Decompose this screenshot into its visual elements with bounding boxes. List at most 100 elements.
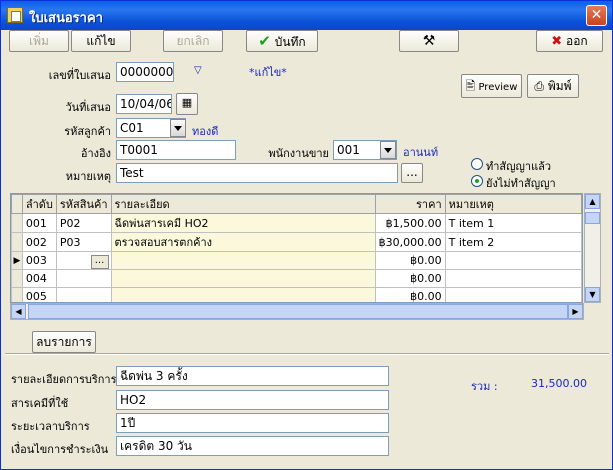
quote-date-label: วันที่เสนอ — [65, 101, 111, 114]
tools-icon: ⚒ — [422, 33, 436, 49]
cell-seq[interactable]: 002 — [21, 232, 57, 252]
remark-field[interactable]: Test — [116, 163, 398, 183]
edit-status: *แก้ไข* — [249, 66, 287, 79]
payment-label: เงื่อนไขการชำระเงิน — [11, 443, 109, 456]
table-row[interactable]: 001 P02 ฉีดพ่นสารเคมี HO2 ฿1,500.00 T it… — [11, 213, 582, 233]
window-close-button[interactable]: ✕ — [586, 5, 607, 26]
quote-no-field[interactable]: 00000001 — [116, 62, 174, 82]
cell-code[interactable] — [55, 269, 112, 288]
edit-button[interactable]: แก้ไข — [71, 30, 131, 52]
remark-browse-button[interactable]: ... — [401, 163, 423, 183]
save-button[interactable]: ✔ บันทึก — [246, 30, 318, 52]
scroll-right-icon[interactable]: ▶ — [568, 304, 583, 319]
items-grid[interactable]: ลำดับ รหัสสินค้า รายละเอียด ราคา หมายเหต… — [10, 193, 583, 303]
checkmark-icon: ✔ — [258, 32, 271, 50]
cell-lookup-button[interactable]: ... — [90, 254, 109, 269]
quote-no-label: เลขที่ใบเสนอ — [48, 69, 111, 82]
total-label: รวม : — [471, 380, 498, 393]
cell-code[interactable]: P03 — [55, 232, 112, 252]
print-button[interactable]: ⎙ พิมพ์ — [527, 74, 579, 98]
total-value: 31,500.00 — [531, 377, 587, 390]
table-row[interactable]: 002 P03 ตรวจสอบสารตกค้าง ฿30,000.00 T it… — [11, 232, 582, 252]
app-icon — [7, 7, 23, 23]
col-header-desc[interactable]: รายละเอียด — [110, 194, 376, 214]
remark-label: หมายเหตุ — [65, 170, 111, 183]
cell-price[interactable]: ฿0.00 — [374, 269, 446, 288]
reference-field[interactable]: T0001 — [116, 140, 236, 160]
row-selector[interactable] — [11, 232, 23, 252]
tools-button[interactable]: ⚒ — [399, 30, 459, 52]
grid-horizontal-scrollbar[interactable]: ◀ ▶ — [10, 303, 584, 320]
cell-price[interactable]: ฿1,500.00 — [374, 213, 446, 233]
cell-desc[interactable]: ตรวจสอบสารตกค้าง — [110, 232, 376, 252]
cell-seq[interactable]: 004 — [21, 269, 57, 288]
triangle-down-icon: ▽ — [194, 65, 202, 76]
customer-code-label: รหัสลูกค้า — [64, 125, 111, 138]
print-label: พิมพ์ — [547, 79, 572, 93]
cell-note[interactable] — [444, 269, 582, 288]
reference-label: อ้างอิง — [80, 147, 111, 160]
window-title: ใบเสนอราคา — [29, 11, 103, 26]
cell-seq[interactable]: 001 — [21, 213, 57, 233]
cell-price[interactable]: ฿30,000.00 — [374, 232, 446, 252]
printer-icon: ⎙ — [534, 79, 545, 93]
cell-seq[interactable]: 005 — [21, 287, 57, 302]
table-row[interactable]: ▶ 003 ... ฿0.00 — [11, 251, 582, 270]
cell-note[interactable]: T item 1 — [444, 213, 582, 233]
col-header-price[interactable]: ราคา — [374, 194, 446, 214]
table-row[interactable]: 005 ฿0.00 — [11, 287, 582, 302]
col-header-code[interactable]: รหัสสินค้า — [55, 194, 112, 214]
cell-note[interactable]: T item 2 — [444, 232, 582, 252]
duration-field[interactable]: 1ปี — [116, 413, 389, 433]
cell-code[interactable] — [55, 287, 112, 302]
delete-item-button[interactable]: ลบรายการ — [32, 331, 96, 353]
save-label: บันทึก — [274, 35, 306, 49]
cell-desc[interactable] — [110, 269, 376, 288]
cell-note[interactable] — [444, 251, 582, 270]
cell-desc[interactable] — [110, 287, 376, 302]
exit-button[interactable]: ✖ ออก — [536, 30, 603, 52]
customer-dropdown-arrow-icon[interactable] — [170, 119, 186, 137]
row-selector[interactable] — [11, 269, 23, 288]
cell-price[interactable]: ฿0.00 — [374, 287, 446, 302]
scroll-down-icon[interactable]: ▼ — [585, 287, 600, 302]
scroll-up-icon[interactable]: ▲ — [585, 194, 600, 209]
table-row[interactable]: 004 ฿0.00 — [11, 269, 582, 288]
cancel-button[interactable]: ยกเลิก — [163, 30, 223, 52]
salesperson-label: พนักงานขาย — [268, 147, 329, 160]
col-header-seq[interactable]: ลำดับ — [21, 194, 57, 214]
current-row-arrow-icon[interactable]: ▶ — [11, 251, 23, 270]
cell-desc[interactable]: ฉีดพ่นสารเคมี HO2 — [110, 213, 376, 233]
cell-code[interactable]: ... — [55, 251, 112, 270]
scroll-left-icon[interactable]: ◀ — [11, 304, 26, 319]
exit-x-icon: ✖ — [551, 34, 563, 49]
cell-code[interactable]: P02 — [55, 213, 112, 233]
quote-date-field[interactable]: 10/04/06 — [116, 94, 172, 114]
col-header-note[interactable]: หมายเหตุ — [444, 194, 582, 214]
salesperson-dropdown-arrow-icon[interactable] — [380, 141, 396, 159]
scroll-h-thumb[interactable] — [28, 304, 568, 319]
grid-header-row: ลำดับ รหัสสินค้า รายละเอียด ราคา หมายเหต… — [11, 194, 582, 214]
grid-corner — [11, 194, 23, 214]
scroll-thumb[interactable] — [585, 212, 600, 224]
cell-price[interactable]: ฿0.00 — [374, 251, 446, 270]
calendar-icon[interactable]: ▦ — [176, 93, 198, 115]
add-button[interactable]: เพิ่ม — [9, 30, 69, 52]
service-detail-field[interactable]: ฉีดพ่น 3 ครั้ง — [116, 366, 389, 386]
preview-button[interactable]: 🖹 Preview — [461, 74, 522, 98]
payment-field[interactable]: เครดิต 30 วัน — [116, 436, 389, 456]
salesperson-name: อานนท์ — [403, 146, 439, 159]
preview-label: Preview — [478, 82, 518, 93]
grid-vertical-scrollbar[interactable]: ▲ ▼ — [584, 193, 601, 303]
row-selector[interactable] — [11, 213, 23, 233]
cell-note[interactable] — [444, 287, 582, 302]
cell-seq[interactable]: 003 — [21, 251, 57, 270]
chemical-label: สารเคมีที่ใช้ — [11, 397, 69, 410]
row-selector[interactable] — [11, 287, 23, 302]
title-bar[interactable]: ใบเสนอราคา ✕ — [1, 1, 612, 30]
chemical-field[interactable]: HO2 — [116, 390, 389, 410]
radio-made-contract[interactable] — [471, 158, 483, 170]
duration-label: ระยะเวลาบริการ — [11, 420, 90, 433]
radio-no-contract[interactable] — [471, 175, 483, 187]
cell-desc[interactable] — [110, 251, 376, 270]
